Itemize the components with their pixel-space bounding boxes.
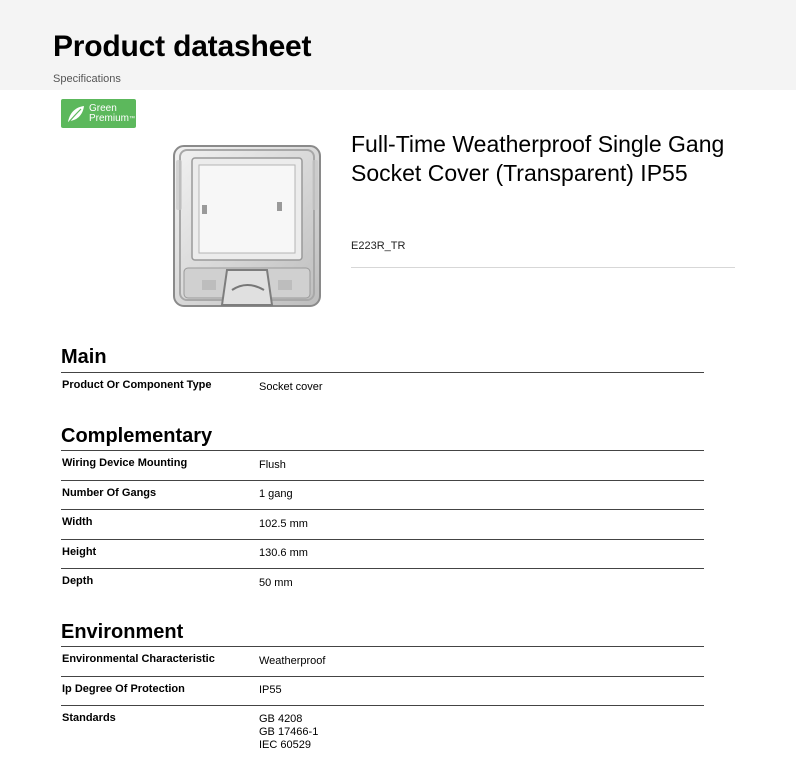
standard-item: GB 4208 [259,713,303,725]
row-divider [61,480,704,481]
product-divider [351,267,735,268]
spec-value: 1 gang [259,488,293,500]
spec-label: Ip Degree Of Protection [62,683,185,695]
page-title: Product datasheet [53,30,312,63]
spec-value: Weatherproof [259,655,326,667]
spec-value-list: GB 4208 GB 17466-1 IEC 60529 [259,713,318,752]
row-divider [61,509,704,510]
spec-label: Height [62,546,97,558]
section-title-complementary: Complementary [61,425,213,447]
spec-value: 130.6 mm [259,547,308,559]
spec-label: Width [62,516,93,528]
spec-label: Wiring Device Mounting [62,457,188,469]
spec-label: Standards [62,712,116,724]
section-divider [61,450,704,451]
spec-label: Product Or Component Type [62,379,212,391]
badge-line-2: Premium™ [89,112,136,124]
badge-text: Green Premium™ [89,103,136,124]
row-divider [61,539,704,540]
spec-value: Flush [259,459,286,471]
spec-label: Depth [62,575,94,587]
section-divider [61,372,704,373]
spec-label: Number Of Gangs [62,487,157,499]
spec-value: Socket cover [259,381,323,393]
product-image [173,145,321,307]
standard-item: GB 17466-1 [259,726,319,738]
row-divider [61,705,704,706]
row-divider [61,568,704,569]
section-title-environment: Environment [61,621,184,643]
standard-item: IEC 60529 [259,739,311,751]
product-name: Full-Time Weatherproof Single Gang Socke… [351,131,725,186]
page-subtitle: Specifications [53,73,121,85]
green-premium-badge: Green Premium™ [61,99,136,128]
section-title-main: Main [61,346,107,368]
row-divider [61,676,704,677]
section-divider [61,646,704,647]
product-reference: E223R_TR [351,240,406,252]
spec-value: 102.5 mm [259,518,308,530]
spec-value: 50 mm [259,577,293,589]
spec-value: IP55 [259,684,282,696]
spec-label: Environmental Characteristic [62,653,215,665]
leaf-icon [68,105,84,122]
